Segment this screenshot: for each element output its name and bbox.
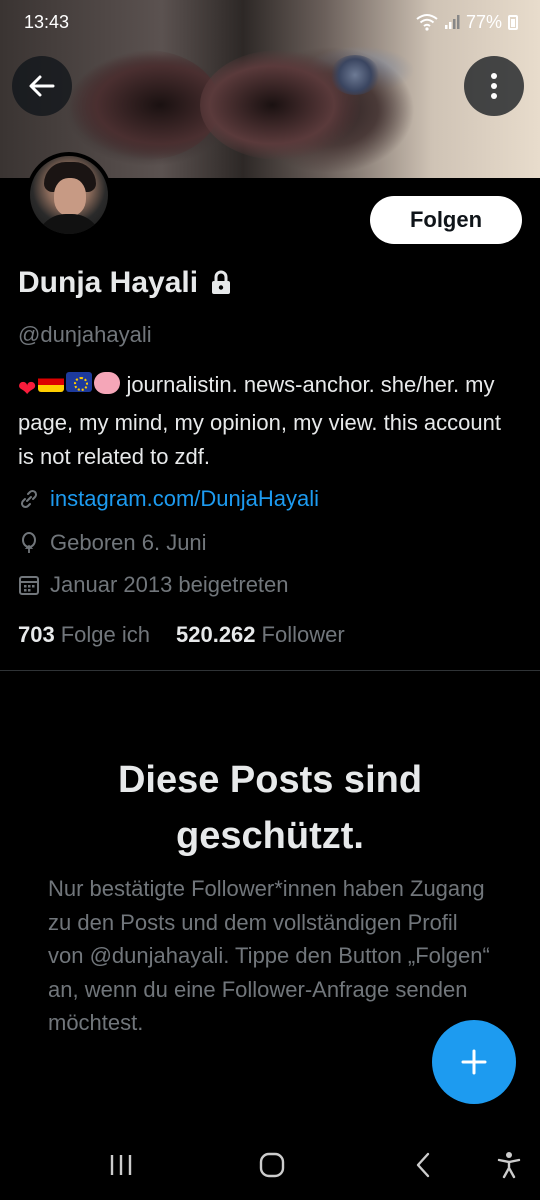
chevron-left-icon <box>416 1152 430 1178</box>
recent-apps-button[interactable] <box>96 1140 146 1190</box>
battery-icon <box>508 14 518 30</box>
recent-apps-icon <box>110 1155 132 1175</box>
display-name: Dunja Hayali <box>18 266 199 299</box>
system-nav-bar <box>0 1130 540 1200</box>
avatar-image-part <box>36 214 102 234</box>
follow-button[interactable]: Folgen <box>370 196 522 244</box>
accessibility-button[interactable] <box>484 1140 534 1190</box>
more-vertical-icon <box>491 73 497 99</box>
follow-counts: 703 Folge ich 520.262 Follower <box>18 622 345 648</box>
profile-link[interactable]: instagram.com/DunjaHayali <box>18 486 319 512</box>
wifi-icon <box>416 14 438 31</box>
profile-link-text[interactable]: instagram.com/DunjaHayali <box>50 486 319 512</box>
followers-count-link[interactable]: 520.262 Follower <box>176 622 345 648</box>
protected-description: Nur bestätigte Follower*innen haben Zuga… <box>48 876 490 1035</box>
plus-icon <box>461 1049 487 1075</box>
birthday-text: Geboren 6. Juni <box>50 530 207 555</box>
status-bar: 13:43 77% <box>0 0 540 44</box>
protected-title: Diese Posts sind geschützt. <box>117 759 423 857</box>
following-count: 703 <box>18 622 55 647</box>
avatar-image-part <box>54 178 86 216</box>
status-icons: 77% <box>416 12 518 33</box>
status-time: 13:43 <box>24 11 70 32</box>
signal-icon <box>444 15 460 29</box>
home-icon <box>259 1152 285 1178</box>
profile-name-row: Dunja Hayali <box>18 266 232 300</box>
avatar[interactable] <box>26 152 112 238</box>
battery-percent: 77% <box>465 11 502 32</box>
lock-icon <box>212 270 231 294</box>
heart-emoji: ❤ <box>18 376 37 401</box>
joined-text: Januar 2013 beigetreten <box>50 572 289 597</box>
back-button[interactable] <box>12 56 72 116</box>
profile-joined: Januar 2013 beigetreten <box>18 572 289 598</box>
followers-label: Follower <box>261 622 345 647</box>
brain-emoji <box>94 372 121 394</box>
accessibility-icon <box>497 1152 521 1179</box>
home-button[interactable] <box>247 1140 297 1190</box>
compose-button[interactable] <box>432 1020 516 1104</box>
banner-image-part <box>330 55 380 95</box>
arrow-left-icon <box>29 75 55 97</box>
eu-flag-emoji <box>66 372 93 392</box>
calendar-icon <box>18 574 40 596</box>
following-label: Folge ich <box>60 622 150 647</box>
bio-emojis: ❤ <box>18 372 121 406</box>
back-nav-button[interactable] <box>398 1140 448 1190</box>
followers-count: 520.262 <box>176 622 256 647</box>
profile-handle: @dunjahayali <box>18 322 152 347</box>
more-options-button[interactable] <box>464 56 524 116</box>
link-icon <box>18 488 40 510</box>
following-count-link[interactable]: 703 Folge ich <box>18 622 150 648</box>
divider <box>0 670 540 671</box>
profile-bio: ❤ journalistin. news-anchor. she/her. my… <box>18 368 508 474</box>
profile-birthday: Geboren 6. Juni <box>18 530 207 556</box>
banner-image-part <box>70 50 220 160</box>
balloon-icon <box>18 532 40 554</box>
germany-flag-emoji <box>38 372 65 392</box>
